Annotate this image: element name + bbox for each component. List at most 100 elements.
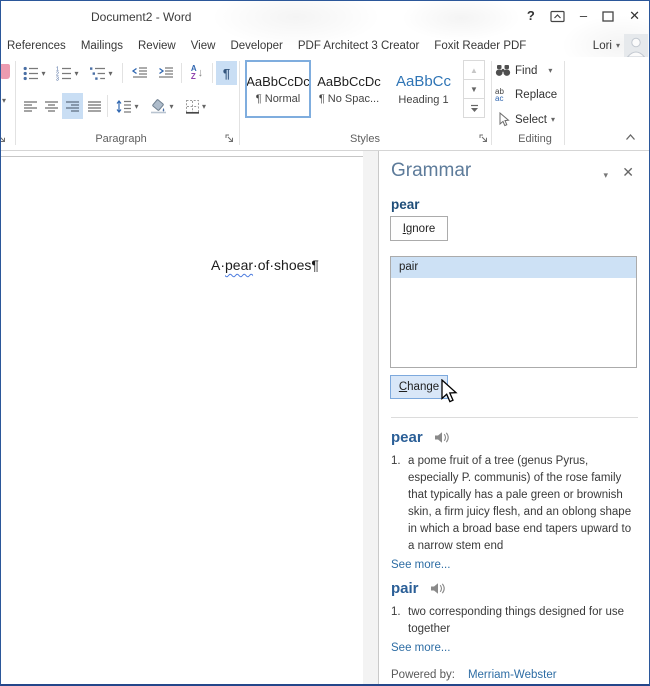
ribbon-tabs: References Mailings Review View Develope… <box>7 34 526 57</box>
multilevel-list-button[interactable]: ▾ <box>85 61 118 85</box>
button-divider <box>181 63 182 83</box>
group-divider <box>564 61 565 145</box>
scroll-down-icon[interactable]: ▼ <box>464 80 484 99</box>
multilevel-list-icon <box>90 66 106 80</box>
styles-gallery-scrollbar: ▲ ▼ <box>463 60 485 118</box>
show-formatting-marks-button[interactable]: ¶ <box>216 61 237 85</box>
dictionary-section: pear 1. a pome fruit of a tree (genus Py… <box>391 417 639 681</box>
flagged-word-heading: pear <box>391 197 420 212</box>
see-more-link[interactable]: See more... <box>391 559 639 571</box>
help-icon[interactable]: ? <box>527 7 535 25</box>
section-divider <box>391 417 638 418</box>
chevron-down-icon: ▾ <box>41 68 46 78</box>
minimize-icon[interactable]: – <box>580 7 587 25</box>
text-before: A· <box>211 257 225 273</box>
styles-more-icon[interactable] <box>464 99 484 117</box>
powered-by-row: Powered by: Merriam-Webster <box>391 669 639 681</box>
style-preview: AaBbCcDc <box>317 73 381 89</box>
speaker-icon[interactable] <box>434 431 449 444</box>
replace-icon: ab ac <box>495 87 504 103</box>
definition-heading-row: pear <box>391 429 639 446</box>
window-controls: ? – ✕ <box>527 7 640 25</box>
maximize-icon[interactable] <box>602 10 614 22</box>
numbering-icon: 1 2 3 <box>56 66 72 81</box>
style-name: Heading 1 <box>398 93 449 106</box>
scroll-up-icon[interactable]: ▲ <box>464 61 484 80</box>
select-icon <box>499 112 510 127</box>
definition-heading-row: pair <box>391 580 639 597</box>
chevron-down-icon[interactable]: ▾ <box>2 96 6 105</box>
editing-group-label: Editing <box>518 133 552 145</box>
speaker-icon[interactable] <box>430 582 445 595</box>
button-divider <box>212 63 213 83</box>
line-spacing-button[interactable]: ▾ <box>112 93 143 119</box>
shading-icon <box>151 98 167 113</box>
tab-view[interactable]: View <box>191 40 216 52</box>
highlight-color-icon[interactable] <box>1 64 10 79</box>
tab-foxit-reader[interactable]: Foxit Reader PDF <box>434 40 526 52</box>
find-button[interactable]: Find ▾ <box>495 64 552 77</box>
style-normal[interactable]: AaBbCcDc ¶ Normal <box>245 60 311 118</box>
select-label: Select <box>515 113 547 126</box>
tab-developer[interactable]: Developer <box>230 40 282 52</box>
select-button[interactable]: Select ▾ <box>495 112 555 127</box>
decrease-indent-button[interactable] <box>127 61 151 85</box>
numbering-button[interactable]: 1 2 3 ▾ <box>52 61 83 85</box>
borders-button[interactable]: ▾ <box>181 93 210 119</box>
collapse-ribbon-icon[interactable] <box>624 132 637 142</box>
shading-button[interactable]: ▾ <box>147 93 177 119</box>
paragraph-group-label: Paragraph <box>95 133 147 145</box>
sort-button[interactable]: A Z ↓ <box>185 61 209 85</box>
suggestions-listbox[interactable]: pair <box>390 256 637 368</box>
group-divider <box>491 61 492 145</box>
align-left-icon <box>24 100 37 112</box>
chevron-down-icon: ▾ <box>74 68 79 78</box>
ignore-button[interactable]: Ignore <box>390 216 448 241</box>
style-no-spacing[interactable]: AaBbCcDc ¶ No Spac... <box>315 60 383 118</box>
replace-label: Replace <box>515 89 558 101</box>
tab-pdf-architect[interactable]: PDF Architect 3 Creator <box>298 40 419 52</box>
align-right-button[interactable] <box>62 93 83 119</box>
find-icon <box>495 65 511 76</box>
chevron-down-icon: ▾ <box>548 66 553 75</box>
bullets-icon <box>24 66 39 80</box>
align-center-button[interactable] <box>42 93 61 119</box>
word-window: Document2 - Word ? – ✕ References Mailin… <box>0 0 650 686</box>
chevron-down-icon: ▾ <box>550 115 555 124</box>
pane-close-icon[interactable]: ✕ <box>622 164 634 181</box>
chevron-down-icon: ▾ <box>201 101 206 111</box>
replace-button[interactable]: ab ac Replace <box>495 87 558 103</box>
styles-group-label: Styles <box>350 133 380 145</box>
dialog-launcher-icon[interactable] <box>225 134 235 144</box>
tab-mailings[interactable]: Mailings <box>81 40 123 52</box>
user-menu[interactable]: Lori ▾ <box>593 34 620 57</box>
justify-button[interactable] <box>85 93 104 119</box>
svg-text:3: 3 <box>56 76 59 80</box>
merriam-webster-link[interactable]: Merriam-Webster <box>468 669 557 681</box>
justify-icon <box>88 100 101 112</box>
document-canvas[interactable]: A·pear·of·shoes¶ <box>1 151 363 684</box>
definition-text: 1. two corresponding things designed for… <box>391 606 625 635</box>
chevron-down-icon: ▾ <box>615 41 620 50</box>
style-heading1[interactable]: AaBbCc Heading 1 <box>387 60 460 118</box>
style-preview: AaBbCc <box>395 72 452 90</box>
increase-indent-button[interactable] <box>153 61 177 85</box>
tab-review[interactable]: Review <box>138 40 176 52</box>
dialog-launcher-icon[interactable] <box>479 134 489 144</box>
flagged-word[interactable]: pear <box>225 257 253 273</box>
tab-references[interactable]: References <box>7 40 66 52</box>
document-text[interactable]: A·pear·of·shoes¶ <box>211 257 319 273</box>
bullets-button[interactable]: ▾ <box>19 61 50 85</box>
align-left-button[interactable] <box>21 93 40 119</box>
close-icon[interactable]: ✕ <box>629 7 640 25</box>
style-name: ¶ Normal <box>255 92 301 105</box>
ribbon-tab-row: References Mailings Review View Develope… <box>1 34 649 57</box>
see-more-link[interactable]: See more... <box>391 642 639 654</box>
avatar[interactable] <box>624 34 648 57</box>
ribbon-display-options-icon[interactable] <box>550 10 565 23</box>
powered-by-label: Powered by: <box>391 669 455 681</box>
pane-menu-chevron-icon[interactable]: ▾ <box>603 170 608 181</box>
suggestion-item[interactable]: pair <box>391 257 636 278</box>
chevron-down-icon: ▾ <box>134 101 139 111</box>
dialog-launcher-icon[interactable] <box>1 134 7 144</box>
